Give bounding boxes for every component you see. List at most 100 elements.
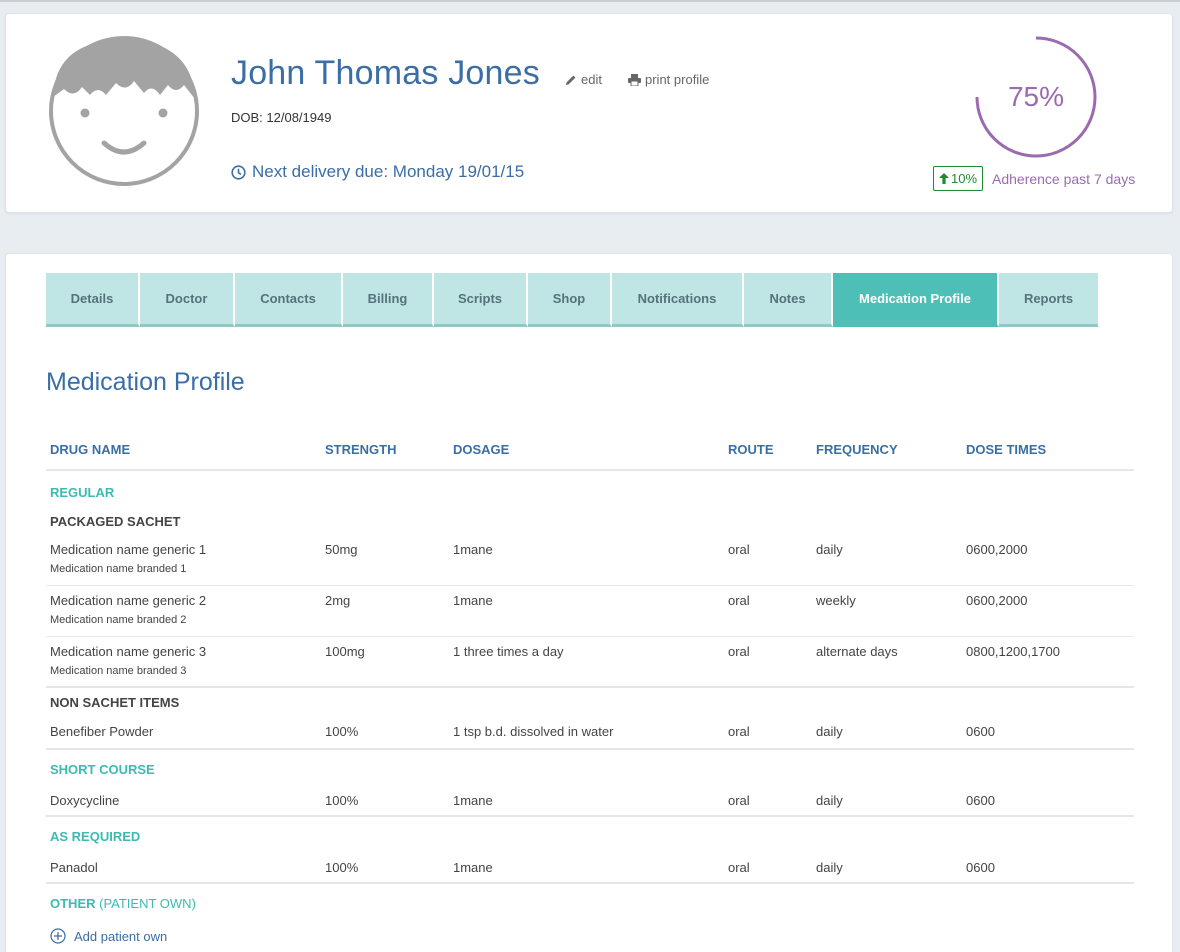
group-as-required: AS REQUIRED (46, 817, 1134, 848)
table-row[interactable]: Doxycycline 100% 1mane oral daily 0600 (46, 781, 1134, 817)
top-divider (0, 0, 1180, 2)
drug-name: Panadol (50, 860, 98, 875)
add-patient-own-label: Add patient own (74, 928, 168, 944)
tab-notes[interactable]: Notes (744, 273, 833, 327)
strength: 100% (325, 793, 359, 808)
tab-medication-profile[interactable]: Medication Profile (833, 273, 999, 327)
table-row[interactable]: Medication name generic 3 Medication nam… (46, 637, 1134, 688)
tab-label: Reports (1023, 291, 1074, 306)
patient-name: John Thomas Jones (231, 54, 540, 92)
tab-doctor[interactable]: Doctor (140, 273, 235, 327)
tab-bar: Details Doctor Contacts Billing Scripts … (46, 273, 1098, 327)
tab-label: Notifications (637, 291, 717, 306)
group-title: SHORT COURSE (50, 762, 155, 777)
tab-label: Shop (552, 291, 586, 306)
dose-times: 0600 (966, 724, 995, 739)
tab-label: Scripts (457, 291, 503, 306)
adherence-percent: 75% (1007, 81, 1065, 112)
route: oral (728, 860, 750, 875)
tab-contacts[interactable]: Contacts (235, 273, 343, 327)
column-header-route: ROUTE (728, 442, 774, 457)
arrow-up-icon (939, 173, 949, 184)
page-title: Medication Profile (46, 368, 245, 396)
drug-name: Benefiber Powder (50, 724, 154, 739)
subgroup-packaged-sachet: PACKAGED SACHET (46, 509, 1134, 535)
dosage: 1mane (453, 542, 493, 557)
route: oral (728, 644, 750, 659)
tab-details[interactable]: Details (46, 273, 140, 327)
tab-shop[interactable]: Shop (528, 273, 612, 327)
drug-name: Doxycycline (50, 793, 120, 808)
edit-label: edit (581, 72, 602, 87)
frequency: daily (816, 860, 843, 875)
route: oral (728, 542, 750, 557)
patient-header-card: John Thomas Jones edit print profile DOB… (5, 13, 1173, 213)
pencil-icon (566, 75, 576, 85)
frequency: alternate days (816, 644, 898, 659)
print-profile-label: print profile (645, 72, 710, 87)
group-title-main: OTHER (50, 896, 96, 911)
group-short-course: SHORT COURSE (46, 750, 1134, 781)
drug-brand-name: Medication name branded 1 (50, 563, 187, 575)
tab-label: Details (70, 291, 114, 306)
drug-name: Medication name generic 2 (50, 593, 207, 608)
dose-times: 0600 (966, 793, 995, 808)
tab-reports[interactable]: Reports (999, 273, 1098, 327)
tab-label: Billing (367, 291, 408, 306)
table-header: DRUG NAME STRENGTH DOSAGE ROUTE FREQUENC… (46, 431, 1134, 471)
plus-circle-icon (50, 928, 66, 944)
dosage: 1mane (453, 593, 493, 608)
patient-dob: DOB: 12/08/1949 (231, 110, 332, 125)
dose-times: 0600,2000 (966, 593, 1028, 608)
table-row[interactable]: Panadol 100% 1mane oral daily 0600 (46, 848, 1134, 884)
column-header-dosage: DOSAGE (453, 442, 510, 457)
adherence-change-value: 10% (951, 171, 978, 186)
subgroup-non-sachet-items: NON SACHET ITEMS (46, 688, 1134, 716)
dosage: 1 three times a day (453, 644, 564, 659)
dosage: 1 tsp b.d. dissolved in water (453, 724, 614, 739)
tab-label: Medication Profile (859, 291, 971, 306)
medication-table: DRUG NAME STRENGTH DOSAGE ROUTE FREQUENC… (46, 431, 1134, 952)
strength: 50mg (325, 542, 358, 557)
drug-name: Medication name generic 1 (50, 542, 207, 557)
group-other: OTHER (PATIENT OWN) Add patient own (46, 884, 1134, 952)
frequency: daily (816, 724, 843, 739)
print-profile-link[interactable]: print profile (628, 72, 709, 87)
tab-scripts[interactable]: Scripts (434, 273, 528, 327)
next-delivery-text: Next delivery due: Monday 19/01/15 (252, 162, 525, 181)
frequency: weekly (816, 593, 856, 608)
strength: 2mg (325, 593, 351, 608)
tab-billing[interactable]: Billing (343, 273, 434, 327)
route: oral (728, 724, 750, 739)
avatar (49, 36, 199, 186)
strength: 100mg (325, 644, 365, 659)
tab-label: Doctor (165, 291, 208, 306)
tab-notifications[interactable]: Notifications (612, 273, 744, 327)
drug-brand-name: Medication name branded 3 (50, 665, 187, 677)
subgroup-title: PACKAGED SACHET (50, 514, 181, 529)
table-row[interactable]: Medication name generic 2 Medication nam… (46, 586, 1134, 637)
frequency: daily (816, 542, 843, 557)
adherence-change-badge: 10% (933, 166, 984, 191)
next-delivery: Next delivery due: Monday 19/01/15 (231, 162, 524, 182)
drug-brand-name: Medication name branded 2 (50, 614, 187, 626)
column-header-drug-name: DRUG NAME (50, 442, 131, 457)
drug-name: Medication name generic 3 (50, 644, 207, 659)
column-header-strength: STRENGTH (325, 442, 397, 457)
clock-icon (231, 164, 246, 180)
dose-times: 0600,2000 (966, 542, 1028, 557)
strength: 100% (325, 724, 359, 739)
dosage: 1mane (453, 793, 493, 808)
add-patient-own-button[interactable]: Add patient own (50, 928, 167, 944)
dose-times: 0800,1200,1700 (966, 644, 1060, 659)
table-row[interactable]: Benefiber Powder 100% 1 tsp b.d. dissolv… (46, 716, 1134, 750)
strength: 100% (325, 860, 359, 875)
edit-link[interactable]: edit (565, 72, 602, 87)
table-row[interactable]: Medication name generic 1 Medication nam… (46, 535, 1134, 586)
group-regular: REGULAR (46, 471, 1134, 509)
column-header-dose-times: DOSE TIMES (966, 442, 1047, 457)
group-title: OTHER (PATIENT OWN) (50, 896, 196, 911)
dosage: 1mane (453, 860, 493, 875)
column-header-frequency: FREQUENCY (816, 442, 898, 457)
tab-label: Contacts (260, 291, 316, 306)
